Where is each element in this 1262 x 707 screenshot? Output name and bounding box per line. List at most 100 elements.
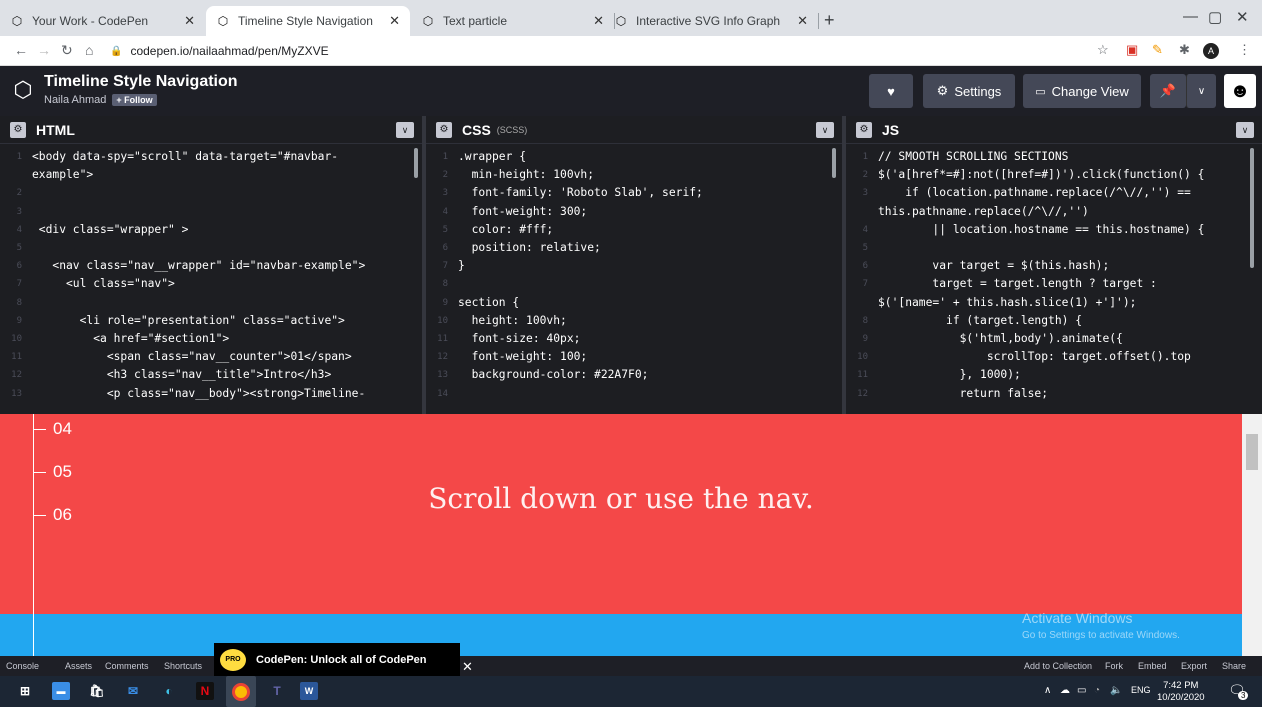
tab-text-particle[interactable]: ⬡ Text particle ✕: [411, 6, 615, 36]
code-text: <nav class="nav__wrapper" id="navbar-exa…: [32, 259, 366, 273]
preview-frame: 04 05 06 Scroll down or use the nav. Act…: [0, 414, 1262, 656]
extension-icon[interactable]: ✎: [1152, 42, 1163, 58]
fork-button[interactable]: Fork: [1105, 661, 1123, 671]
pro-promo-banner[interactable]: PRO CodePen: Unlock all of CodePen: [214, 643, 460, 676]
file-explorer-icon[interactable]: ▬: [52, 682, 70, 700]
js-code-editor[interactable]: 1 // SMOOTH SCROLLING SECTIONS 2 $('a[href*…: [846, 148, 1262, 403]
extension-icon[interactable]: ▣: [1126, 42, 1138, 58]
love-button[interactable]: ♥: [869, 74, 913, 108]
mail-icon[interactable]: ✉: [124, 682, 142, 700]
maximize-icon[interactable]: ▢: [1208, 8, 1222, 26]
gear-icon[interactable]: ⚙: [436, 121, 452, 138]
console-button[interactable]: Console: [6, 661, 39, 671]
code-line: 5: [0, 239, 422, 257]
tab-svg-info[interactable]: ⬡ Interactive SVG Info Graph ✕: [604, 6, 819, 36]
battery-icon[interactable]: ▭: [1077, 685, 1086, 696]
new-tab-icon[interactable]: +: [824, 10, 835, 31]
code-line: 11 }, 1000);: [846, 366, 1262, 384]
code-line: 2: [0, 184, 422, 202]
css-code-editor[interactable]: 1 .wrapper {2 min-height: 100vh; 3 font-fa…: [426, 148, 842, 403]
chevron-down-icon[interactable]: ∨: [396, 122, 414, 138]
assets-button[interactable]: Assets: [65, 661, 92, 671]
menu-icon[interactable]: ⋮: [1238, 42, 1251, 58]
timeline-item-04[interactable]: 04: [34, 419, 72, 439]
tab-label: Your Work - CodePen: [32, 14, 149, 28]
author-name[interactable]: Naila Ahmad: [44, 94, 106, 106]
reload-icon[interactable]: ↻: [61, 42, 73, 59]
minimize-icon[interactable]: —: [1183, 8, 1198, 25]
change-view-button[interactable]: ▭ Change View: [1023, 74, 1141, 108]
store-icon[interactable]: 🛍: [88, 682, 106, 700]
back-icon[interactable]: ←: [14, 42, 28, 58]
system-clock[interactable]: 7:42 PM 10/20/2020: [1157, 680, 1205, 704]
chrome-active-slot[interactable]: [226, 676, 256, 707]
avatar[interactable]: ☻: [1224, 74, 1256, 108]
scrollbar[interactable]: [414, 148, 418, 178]
timeline-item-05[interactable]: 05: [34, 462, 72, 482]
tab-timeline[interactable]: ⬡ Timeline Style Navigation ✕: [206, 6, 410, 36]
line-number: 7: [862, 279, 868, 290]
timeline-tick: [34, 428, 46, 430]
close-icon[interactable]: ✕: [389, 13, 400, 29]
profile-icon[interactable]: A: [1203, 43, 1219, 59]
chevron-up-icon[interactable]: ∧: [1044, 685, 1051, 696]
cloud-icon[interactable]: ☁: [1060, 685, 1070, 696]
export-button[interactable]: Export: [1181, 661, 1207, 671]
line-number: 8: [862, 315, 868, 326]
volume-icon[interactable]: 🔈: [1110, 685, 1122, 696]
bookmark-star-icon[interactable]: ☆: [1097, 42, 1109, 58]
line-number: [0, 166, 32, 184]
line-number: 3: [862, 188, 868, 199]
shortcuts-button[interactable]: Shortcuts: [164, 661, 202, 671]
timeline-counter: 04: [53, 419, 72, 438]
puzzle-icon[interactable]: ✱: [1179, 42, 1190, 58]
embed-button[interactable]: Embed: [1138, 661, 1167, 671]
code-text: var target = $(this.hash);: [878, 259, 1110, 273]
line-number: 1: [442, 152, 448, 162]
window-close-icon[interactable]: ✕: [1236, 8, 1249, 26]
code-text: height: 100vh;: [458, 313, 567, 327]
add-to-collection-button[interactable]: Add to Collection: [1024, 661, 1092, 671]
comments-button[interactable]: Comments: [105, 661, 149, 671]
word-icon[interactable]: W: [300, 682, 318, 700]
pin-dropdown[interactable]: ∨: [1186, 74, 1216, 108]
tab-your-work[interactable]: ⬡ Your Work - CodePen ✕: [0, 6, 205, 36]
share-button[interactable]: Share: [1222, 661, 1246, 671]
code-text: }, 1000);: [878, 368, 1021, 382]
html-code-editor[interactable]: 1 <body data-spy="scroll" data-target="#n…: [0, 148, 422, 403]
windows-start-icon[interactable]: ⊞: [16, 682, 34, 700]
line-number: 8: [442, 279, 448, 290]
scrollbar-thumb[interactable]: [1246, 434, 1258, 470]
codepen-icon: ⬡: [422, 14, 434, 28]
wifi-icon[interactable]: ◔: [1094, 685, 1100, 696]
close-icon[interactable]: ✕: [184, 13, 195, 29]
codepen-logo-icon[interactable]: ⬡: [10, 77, 36, 103]
pane-sublabel: (SCSS): [496, 124, 528, 135]
pin-button[interactable]: 📌: [1150, 74, 1186, 108]
windows-watermark-sub: Go to Settings to activate Windows.: [1022, 630, 1180, 641]
follow-button[interactable]: + Follow: [112, 94, 157, 106]
close-icon[interactable]: ✕: [797, 13, 808, 29]
chevron-down-icon[interactable]: ∨: [1236, 122, 1254, 138]
pen-title[interactable]: Timeline Style Navigation: [44, 73, 238, 91]
settings-button[interactable]: ⚙ Settings: [923, 74, 1015, 108]
scrollbar[interactable]: [1250, 148, 1254, 268]
edge-icon[interactable]: ◐: [160, 682, 178, 700]
close-icon[interactable]: ✕: [593, 13, 604, 29]
forward-icon[interactable]: →: [37, 42, 51, 58]
notification-count-badge: 3: [1238, 691, 1249, 700]
code-line: 3 if (location.pathname.replace(/^\//,''…: [846, 184, 1262, 202]
netflix-icon[interactable]: N: [196, 682, 214, 700]
language-indicator[interactable]: ENG: [1131, 685, 1151, 695]
line-number: 1: [16, 152, 22, 162]
home-icon[interactable]: ⌂: [85, 42, 93, 58]
gear-icon[interactable]: ⚙: [10, 121, 26, 138]
close-icon[interactable]: ✕: [462, 659, 473, 675]
scrollbar[interactable]: [832, 148, 836, 178]
gear-icon[interactable]: ⚙: [856, 121, 872, 138]
pane-label: CSS: [462, 121, 491, 138]
chevron-down-icon[interactable]: ∨: [816, 122, 834, 138]
code-line: 2 $('a[href*=#]:not([href=#])').click(fun…: [846, 166, 1262, 184]
url-field[interactable]: 🔒 codepen.io/nailaahmad/pen/MyZXVE: [110, 39, 1110, 63]
teams-icon[interactable]: T: [268, 682, 286, 700]
